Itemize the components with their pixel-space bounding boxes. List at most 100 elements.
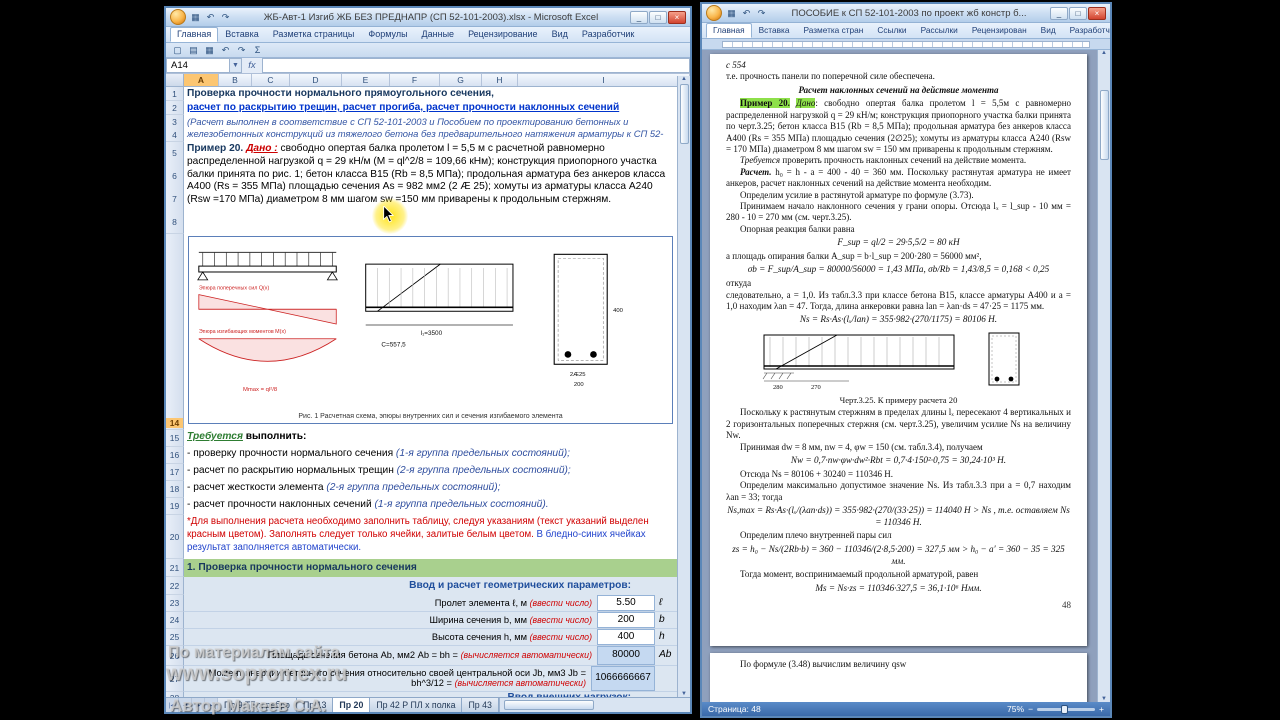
col-C[interactable]: C	[252, 74, 290, 86]
close-button[interactable]: ×	[668, 10, 686, 24]
tab-vid[interactable]: Вид	[1034, 23, 1063, 38]
cell-heading-2[interactable]: расчет по раскрытию трещин, расчет проги…	[184, 101, 677, 115]
width-input-cell[interactable]: 200	[597, 612, 655, 628]
row-number[interactable]: 8	[172, 217, 177, 227]
col-E[interactable]: E	[342, 74, 390, 86]
namebox-dropdown-icon[interactable]: ▼	[230, 58, 242, 73]
tab-razmetka[interactable]: Разметка стран	[796, 23, 870, 38]
word-titlebar[interactable]: ▦ ↶ ↷ ПОСОБИЕ к СП 52-101-2003 по проект…	[702, 4, 1110, 23]
tab-glavnaya[interactable]: Главная	[170, 27, 219, 42]
cell-requires[interactable]: Требуется выполнить:	[184, 430, 677, 447]
close-button[interactable]: ×	[1088, 6, 1106, 20]
word-page-48[interactable]: с 554 т.е. прочность панели по поперечно…	[710, 54, 1087, 646]
span-input-cell[interactable]: 5.50	[597, 595, 655, 611]
cell-note[interactable]: (Расчет выполнен в соответствие с СП 52-…	[184, 115, 677, 142]
word-vertical-scrollbar[interactable]: ▲ ▼	[1097, 50, 1110, 702]
horizontal-ruler[interactable]	[702, 39, 1110, 50]
tab-vstavka[interactable]: Вставка	[218, 27, 265, 42]
page-indicator[interactable]: Страница: 48	[708, 704, 761, 714]
word-document-canvas[interactable]: с 554 т.е. прочность панели по поперечно…	[702, 50, 1097, 702]
tab-rassylki[interactable]: Рассылки	[914, 23, 965, 38]
cell-warning[interactable]: *Для выполнения расчета необходимо запол…	[184, 515, 677, 559]
fx-icon[interactable]: fx	[242, 58, 262, 73]
excel-horizontal-scrollbar[interactable]	[498, 698, 690, 712]
tab-razrabotchik[interactable]: Разработчик	[575, 27, 641, 42]
row-number[interactable]: 22	[170, 581, 179, 591]
col-G[interactable]: G	[440, 74, 482, 86]
save-icon[interactable]: ▦	[203, 44, 216, 57]
redo-icon[interactable]: ↷	[219, 11, 232, 24]
row-number[interactable]: 19	[170, 501, 179, 511]
col-A[interactable]: A	[184, 74, 219, 86]
tab-vid[interactable]: Вид	[545, 27, 575, 42]
tab-recenzirovanie[interactable]: Рецензирование	[461, 27, 545, 42]
minimize-button[interactable]: _	[630, 10, 648, 24]
name-box[interactable]: A14	[166, 58, 230, 73]
figure-1-cell[interactable]: Эпюра поперечных сил Q(x) Эпюра изгибающ…	[188, 236, 673, 424]
autosum-icon[interactable]: Σ	[251, 44, 264, 57]
tab-formuly[interactable]: Формулы	[361, 27, 414, 42]
redo-icon[interactable]: ↷	[235, 44, 248, 57]
row-number[interactable]: 15	[170, 433, 179, 443]
scroll-up-icon[interactable]: ▲	[1101, 50, 1107, 56]
restore-button[interactable]: □	[1069, 6, 1087, 20]
row-number[interactable]: 20	[170, 532, 179, 542]
minimize-button[interactable]: _	[1050, 6, 1068, 20]
sheet-tab-pr43[interactable]: Пр 43	[462, 698, 499, 712]
zoom-in-icon[interactable]: +	[1099, 704, 1104, 714]
scrollbar-thumb[interactable]	[503, 700, 594, 710]
col-B[interactable]: B	[219, 74, 252, 86]
zoom-slider-knob[interactable]	[1061, 704, 1069, 714]
cell-item-3[interactable]: - расчет жесткости элемента (2-я группа …	[184, 481, 677, 498]
excel-grid[interactable]: 1 Проверка прочности нормального прямоуг…	[166, 87, 677, 699]
zoom-slider[interactable]	[1037, 704, 1096, 714]
formula-input[interactable]	[262, 58, 690, 73]
tab-razmetka[interactable]: Разметка страницы	[266, 27, 362, 42]
row-number[interactable]: 24	[170, 615, 179, 625]
row-number[interactable]: 17	[170, 467, 179, 477]
cell-item-1[interactable]: - проверку прочности нормального сечения…	[184, 447, 677, 464]
office-button[interactable]	[170, 9, 186, 25]
undo-icon[interactable]: ↶	[740, 7, 753, 20]
row-number[interactable]: 25	[170, 632, 179, 642]
row-number[interactable]: 2	[172, 103, 177, 113]
excel-vertical-scrollbar[interactable]: ▲ ▼	[677, 76, 690, 697]
save-icon[interactable]: ▦	[725, 7, 738, 20]
row-number[interactable]: 4	[172, 130, 177, 140]
undo-icon[interactable]: ↶	[219, 44, 232, 57]
row-number-14[interactable]: 14	[166, 418, 183, 428]
redo-icon[interactable]: ↷	[755, 7, 768, 20]
row-number[interactable]: 5	[172, 148, 177, 158]
word-page-49[interactable]: По формуле (3.48) вычислим величину qsw	[710, 653, 1087, 702]
cell-example-text[interactable]: Пример 20. Дано : свободно опертая балка…	[184, 142, 677, 234]
tab-dannye[interactable]: Данные	[415, 27, 462, 42]
col-F[interactable]: F	[390, 74, 440, 86]
tab-recenzirovanie[interactable]: Рецензирован	[965, 23, 1034, 38]
row-number[interactable]: 23	[170, 598, 179, 608]
area-result-cell[interactable]: 80000	[597, 646, 655, 665]
tab-razrabotchik[interactable]: Разработчик	[1063, 23, 1110, 38]
new-icon[interactable]: ▢	[171, 44, 184, 57]
office-button[interactable]	[706, 5, 722, 21]
open-icon[interactable]: ▤	[187, 44, 200, 57]
zoom-level[interactable]: 75%	[1007, 704, 1024, 714]
row-number[interactable]: 3	[172, 117, 177, 127]
row-number[interactable]: 21	[170, 563, 179, 573]
row-number[interactable]: 6	[172, 171, 177, 181]
restore-button[interactable]: □	[649, 10, 667, 24]
row-number[interactable]: 18	[170, 484, 179, 494]
cell-heading-1[interactable]: Проверка прочности нормального прямоугол…	[184, 87, 677, 101]
cell-item-2[interactable]: - расчет по раскрытию нормальных трещин …	[184, 464, 677, 481]
row-number[interactable]: 7	[172, 194, 177, 204]
undo-icon[interactable]: ↶	[204, 11, 217, 24]
cell-item-4[interactable]: - расчет прочности наклонных сечений (1-…	[184, 498, 677, 515]
col-H[interactable]: H	[482, 74, 518, 86]
excel-titlebar[interactable]: ▦ ↶ ↷ ЖБ-Авт-1 Изгиб ЖБ БЕЗ ПРЕДНАПР (СП…	[166, 8, 690, 27]
sheet-tab-pr42[interactable]: Пр 42 Р ПЛ х полка	[370, 698, 463, 712]
zoom-out-icon[interactable]: −	[1028, 704, 1033, 714]
geometry-header[interactable]: Ввод и расчет геометрических параметров:	[184, 577, 677, 595]
section-1-header[interactable]: 1. Проверка прочности нормального сечени…	[184, 559, 677, 577]
col-I[interactable]: I	[518, 74, 690, 86]
tab-glavnaya[interactable]: Главная	[706, 23, 752, 38]
inertia-result-cell[interactable]: 1066666667	[591, 666, 655, 691]
